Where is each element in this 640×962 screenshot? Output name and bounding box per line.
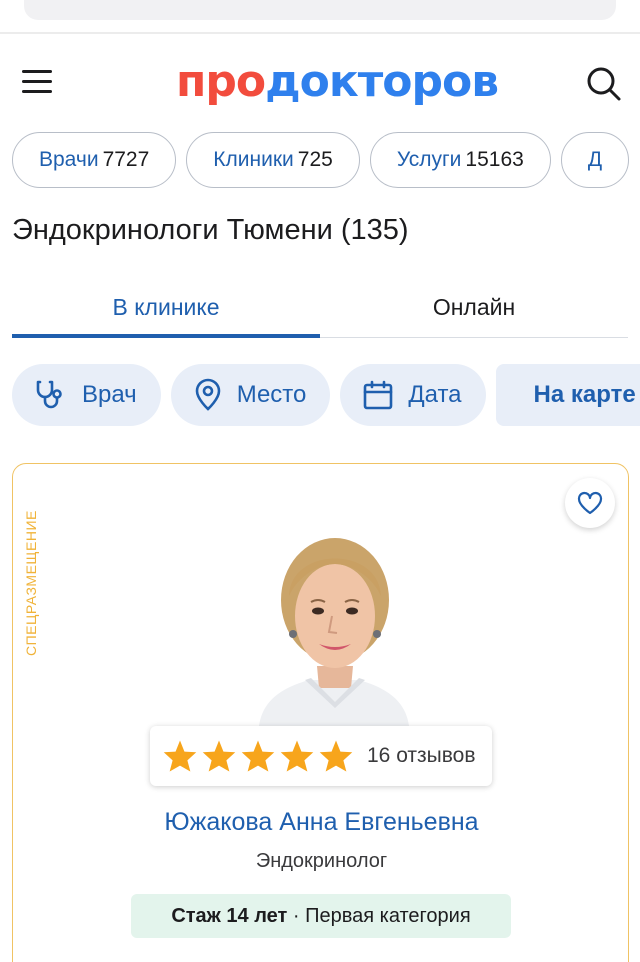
- site-header: продокторов: [0, 34, 640, 130]
- favorite-button[interactable]: [565, 478, 615, 528]
- menu-icon[interactable]: [22, 70, 52, 94]
- star-icon: [163, 740, 197, 772]
- address-bar[interactable]: [24, 0, 616, 20]
- filter-label: Место: [236, 381, 307, 408]
- location-pin-icon: [195, 378, 220, 411]
- stethoscope-icon: [36, 380, 62, 409]
- heart-icon: [577, 491, 603, 515]
- filter-label: Врач: [82, 381, 137, 408]
- filter-date-button[interactable]: Дата: [340, 364, 486, 426]
- qualification-category: Первая категория: [305, 905, 471, 927]
- rating-box[interactable]: 16 отзывов: [150, 726, 492, 786]
- chip-count: 725: [297, 148, 333, 171]
- filter-place-button[interactable]: Место: [170, 364, 331, 426]
- logo[interactable]: продокторов: [176, 56, 499, 107]
- experience-badge: Стаж 14 лет · Первая категория: [131, 894, 511, 938]
- calendar-icon: [364, 380, 393, 410]
- category-chips: Врачи 7727 Клиники 725 Услуги 15163 Д: [12, 132, 640, 188]
- page-title: Эндокринологи Тюмени (135): [12, 214, 409, 246]
- filter-label: Дата: [408, 381, 462, 408]
- tabs: В клинике Онлайн: [12, 282, 628, 338]
- browser-top-bar: [0, 0, 640, 34]
- reviews-count[interactable]: 16 отзывов: [367, 744, 476, 768]
- chip-label: Клиники: [213, 148, 294, 171]
- chip-doctors[interactable]: Врачи 7727: [12, 132, 177, 188]
- doctor-specialty: Эндокринолог: [255, 850, 388, 872]
- chip-label: Врачи: [39, 148, 99, 171]
- tab-in-clinic[interactable]: В клинике: [12, 282, 320, 338]
- chip-label: Услуги: [396, 148, 462, 171]
- chip-services[interactable]: Услуги 15163: [369, 132, 551, 188]
- star-icon: [280, 740, 314, 772]
- doctor-card[interactable]: СПЕЦРАЗМЕЩЕНИЕ 16 отзывов Южакова Анна Е…: [12, 463, 629, 962]
- star-icon: [241, 740, 275, 772]
- star-icon: [319, 740, 353, 772]
- logo-part-red: про: [176, 56, 266, 107]
- tab-online[interactable]: Онлайн: [320, 282, 628, 338]
- experience: Стаж 14 лет: [171, 905, 288, 927]
- ad-label-container: СПЕЦРАЗМЕЩЕНИЕ: [23, 510, 169, 672]
- map-button[interactable]: На карте: [495, 364, 640, 426]
- filter-label: На карте: [533, 381, 636, 408]
- doctor-name[interactable]: Южакова Анна Евгеньевна: [13, 808, 630, 837]
- rating-stars: [162, 739, 357, 773]
- ad-label: СПЕЦРАЗМЕЩЕНИЕ: [23, 510, 39, 656]
- logo-part-blue: докторов: [265, 56, 499, 107]
- search-icon[interactable]: [584, 64, 624, 104]
- chip-count: 7727: [102, 148, 150, 171]
- star-icon: [202, 740, 236, 772]
- chip-count: 15163: [465, 148, 524, 171]
- chip-label: Д: [587, 148, 603, 171]
- filter-bar: Врач Место Дата На карте: [12, 364, 640, 426]
- doctor-photo[interactable]: [239, 516, 429, 726]
- chip-more[interactable]: Д: [560, 132, 630, 188]
- chip-clinics[interactable]: Клиники 725: [186, 132, 360, 188]
- filter-doctor-button[interactable]: Врач: [12, 364, 161, 426]
